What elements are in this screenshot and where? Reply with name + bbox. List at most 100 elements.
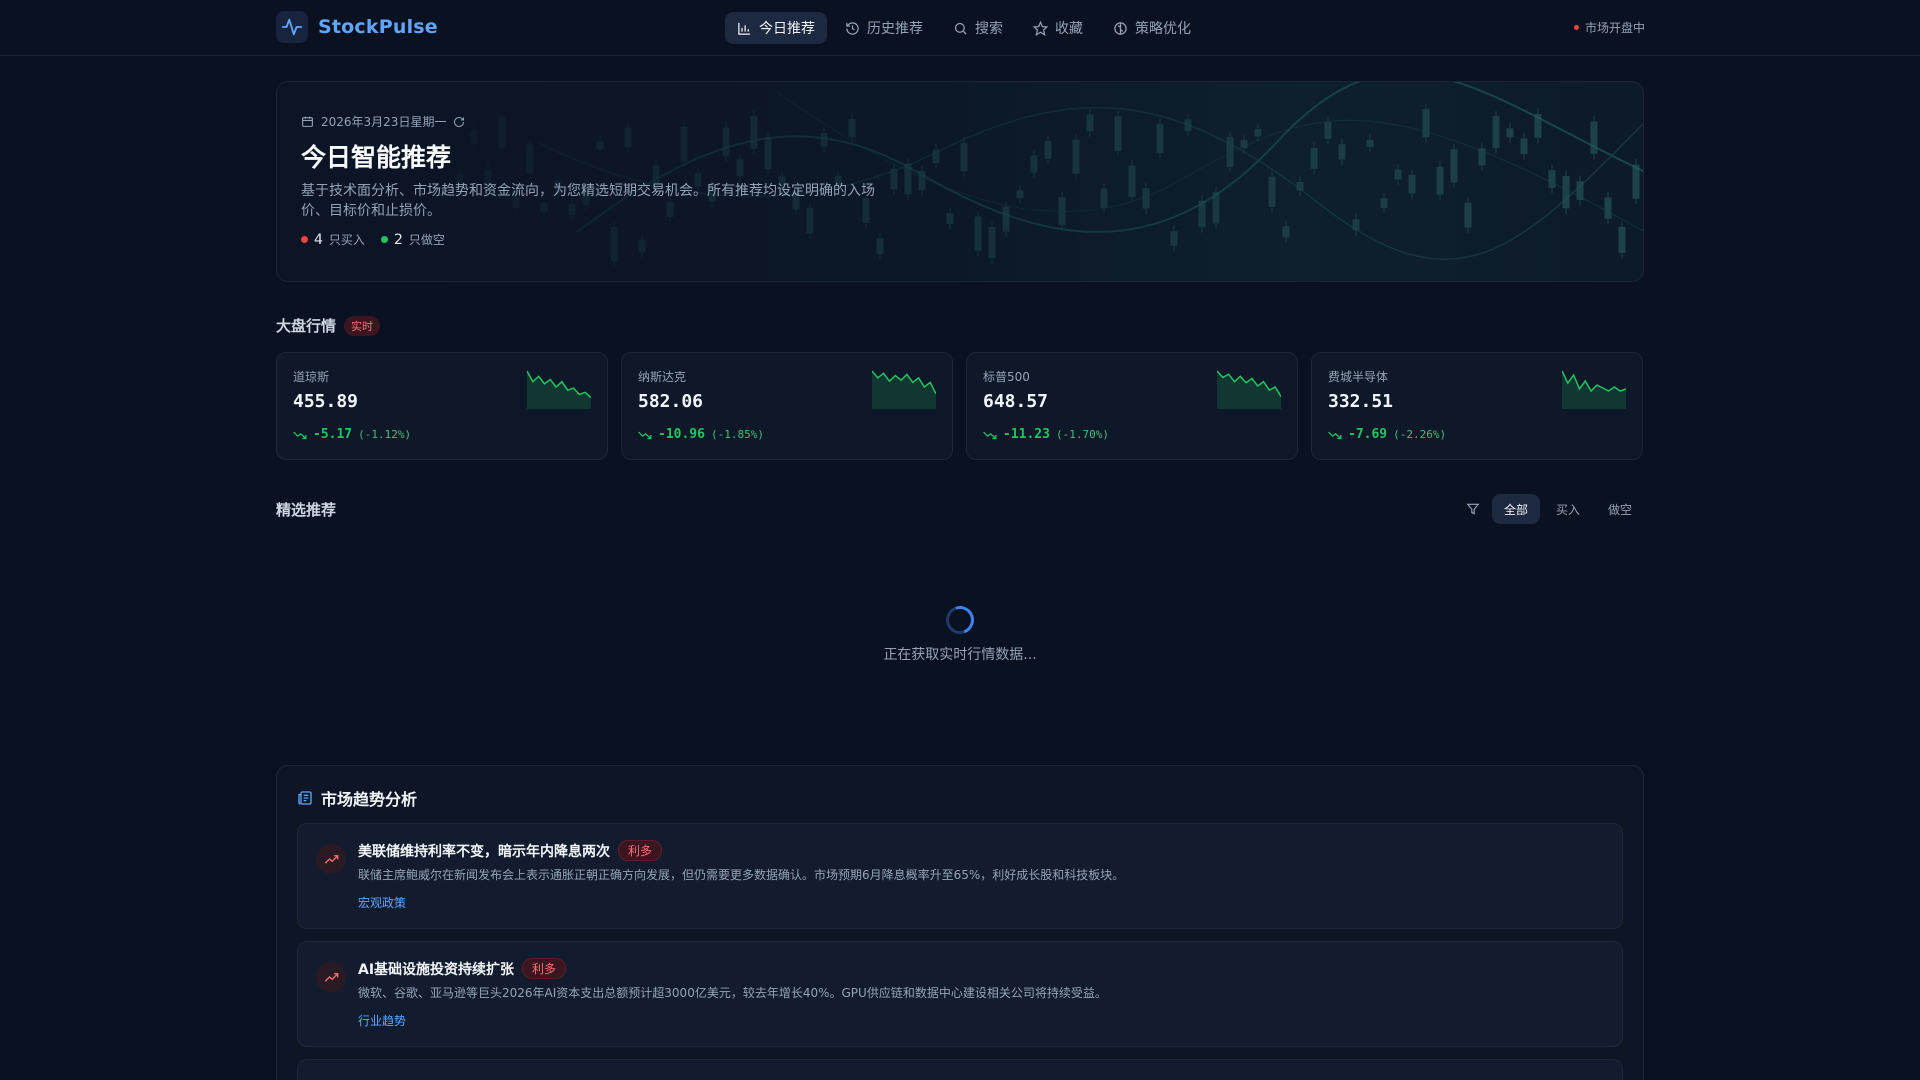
app-name: StockPulse — [318, 16, 438, 38]
hero-stats: 4 只买入 2 只做空 — [301, 231, 901, 248]
brain-icon — [1114, 21, 1127, 35]
index-card-sp500[interactable]: 标普500 648.57 -11.23 (-1.70%) — [966, 352, 1298, 460]
news-item[interactable]: AI基础设施投资持续扩张 利多 微软、谷歌、亚马逊等巨头2026年AI资本支出总… — [297, 941, 1623, 1047]
index-change: -10.96 (-1.85%) — [638, 427, 764, 442]
news-title: 美联储维持利率不变，暗示年内降息两次 — [358, 843, 610, 860]
nav-strategy-label: 策略优化 — [1135, 21, 1191, 37]
trend-up-icon — [316, 844, 346, 874]
index-change: -7.69 (-2.26%) — [1328, 427, 1446, 442]
picks-section-title: 精选推荐 — [276, 499, 336, 520]
index-change-abs: -7.69 — [1348, 427, 1388, 442]
news-item[interactable]: 美联储维持利率不变，暗示年内降息两次 利多 联储主席鲍威尔在新闻发布会上表示通胀… — [297, 823, 1623, 929]
calendar-icon — [302, 116, 313, 127]
short-count-stat: 2 只做空 — [380, 231, 445, 248]
hero-date-row: 2026年3月23日星期一 — [301, 113, 901, 130]
filter-bar: 全部 买入 做空 — [1458, 494, 1644, 524]
news-head: AI基础设施投资持续扩张 利多 — [358, 958, 567, 979]
index-card-dow[interactable]: 道琼斯 455.89 -5.17 (-1.12%) — [276, 352, 608, 460]
index-sparkline — [1562, 370, 1626, 409]
trend-down-icon — [638, 431, 652, 439]
news-title: AI基础设施投资持续扩张 — [358, 961, 515, 978]
analysis-title: 市场趋势分析 — [321, 790, 418, 809]
index-sparkline — [872, 370, 936, 409]
filter-icon[interactable] — [1458, 494, 1488, 524]
sparkline-area — [527, 371, 591, 409]
loading-text: 正在获取实时行情数据... — [883, 647, 1037, 663]
trend-down-icon — [1328, 431, 1342, 439]
market-analysis-panel: 市场趋势分析 美联储维持利率不变，暗示年内降息两次 利多 联储主席鲍威尔在新闻发… — [276, 765, 1644, 1080]
nav-history-label: 历史推荐 — [867, 21, 923, 37]
index-card-sox[interactable]: 费城半导体 332.51 -7.69 (-2.26%) — [1311, 352, 1643, 460]
index-change-pct: (-1.85%) — [710, 428, 764, 441]
index-sparkline — [1217, 370, 1281, 409]
pulse-icon — [276, 11, 308, 43]
index-change-abs: -10.96 — [658, 427, 705, 442]
index-change-pct: (-1.12%) — [358, 428, 412, 441]
nav-strategy[interactable]: 策略优化 — [1101, 12, 1203, 44]
bullish-tag: 利多 — [522, 958, 567, 979]
indices-section-title: 大盘行情 实时 — [276, 315, 381, 336]
index-change-abs: -11.23 — [1003, 427, 1050, 442]
news-head: 美联储维持利率不变，暗示年内降息两次 利多 — [358, 840, 663, 861]
nav-search-label: 搜索 — [975, 21, 1003, 37]
news-category-link[interactable]: 行业趋势 — [358, 1012, 406, 1029]
buy-count-stat: 4 只买入 — [301, 231, 365, 248]
top-nav-bar: StockPulse 今日推荐 历史推荐 搜索 收藏 策略优化 市场开盘中 — [0, 0, 1920, 56]
live-badge: 实时 — [344, 315, 381, 336]
newspaper-icon — [298, 791, 312, 805]
picks-title: 精选推荐 — [276, 501, 337, 519]
sparkline-area — [1217, 371, 1281, 409]
index-name: 道琼斯 — [293, 370, 330, 384]
index-change-pct: (-2.26%) — [1393, 428, 1447, 441]
nav-today[interactable]: 今日推荐 — [725, 12, 827, 44]
status-dot — [1573, 25, 1579, 30]
index-value: 582.06 — [638, 391, 704, 412]
trend-down-icon — [293, 431, 307, 439]
news-body: 微软、谷歌、亚马逊等巨头2026年AI资本支出总额预计超3000亿美元，较去年增… — [358, 986, 1107, 1000]
hero-description: 基于技术面分析、市场趋势和资金流向，为您精选短期交易机会。所有推荐均设定明确的入… — [301, 183, 875, 219]
index-value: 455.89 — [293, 391, 359, 412]
trend-up-icon — [316, 962, 346, 992]
nav-today-label: 今日推荐 — [759, 21, 815, 37]
market-status: 市场开盘中 — [1573, 19, 1645, 36]
indices-title: 大盘行情 — [276, 317, 337, 335]
index-sparkline — [527, 370, 591, 409]
star-icon — [1033, 20, 1048, 36]
nav-favorites[interactable]: 收藏 — [1021, 12, 1095, 44]
buy-label: 只买入 — [328, 233, 365, 247]
filter-short-button[interactable]: 做空 — [1596, 494, 1644, 524]
nav-history[interactable]: 历史推荐 — [833, 12, 935, 44]
hero-title: 今日智能推荐 — [301, 143, 452, 172]
news-category-link[interactable]: 宏观政策 — [358, 894, 406, 911]
bullish-tag: 利多 — [618, 840, 663, 861]
nav-search[interactable]: 搜索 — [941, 12, 1015, 44]
index-change: -11.23 (-1.70%) — [983, 427, 1109, 442]
buy-count: 4 — [314, 231, 323, 248]
market-status-label: 市场开盘中 — [1584, 21, 1645, 35]
history-icon — [846, 21, 859, 35]
index-change-pct: (-1.70%) — [1055, 428, 1109, 441]
filter-all-button[interactable]: 全部 — [1491, 494, 1540, 524]
search-icon — [954, 22, 967, 35]
short-dot — [380, 236, 388, 243]
index-name: 纳斯达克 — [638, 370, 687, 384]
index-card-nasdaq[interactable]: 纳斯达克 582.06 -10.96 (-1.85%) — [621, 352, 953, 460]
loading-spinner-icon — [941, 601, 979, 639]
loading-state: 正在获取实时行情数据... — [0, 601, 1920, 664]
bar-chart-icon — [738, 22, 751, 35]
index-name: 费城半导体 — [1328, 370, 1389, 384]
short-label: 只做空 — [408, 233, 445, 247]
hero-banner: 2026年3月23日星期一 今日智能推荐 基于技术面分析、市场趋势和资金流向，为… — [276, 81, 1644, 282]
short-count: 2 — [393, 231, 403, 248]
refresh-icon[interactable] — [453, 116, 465, 128]
main-nav: 今日推荐 历史推荐 搜索 收藏 策略优化 — [725, 12, 1203, 44]
app-logo[interactable]: StockPulse — [276, 11, 438, 43]
analysis-header: 市场趋势分析 — [297, 786, 417, 810]
news-body: 联储主席鲍威尔在新闻发布会上表示通胀正朝正确方向发展，但仍需要更多数据确认。市场… — [358, 868, 1125, 882]
hero-content: 2026年3月23日星期一 今日智能推荐 基于技术面分析、市场趋势和资金流向，为… — [301, 113, 901, 248]
buy-dot — [301, 236, 308, 243]
nav-favorites-label: 收藏 — [1055, 21, 1083, 37]
news-item-partial[interactable] — [297, 1059, 1623, 1080]
index-name: 标普500 — [983, 370, 1030, 384]
filter-buy-button[interactable]: 买入 — [1544, 494, 1592, 524]
